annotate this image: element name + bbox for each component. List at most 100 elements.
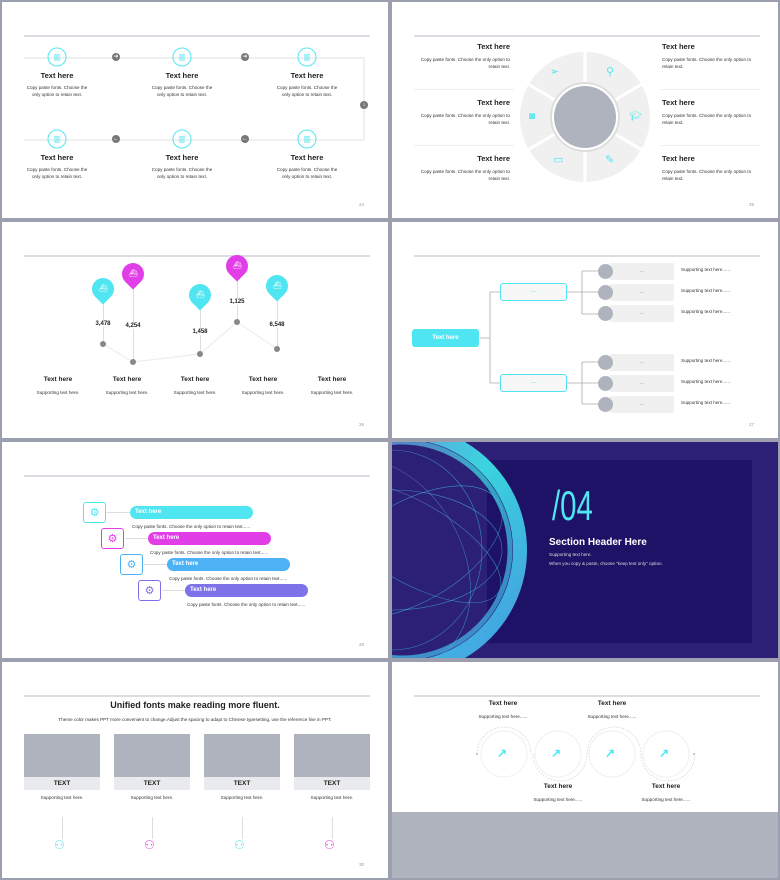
- item-desc: Copy paste fonts. Choose the only option…: [420, 57, 510, 69]
- connector: [162, 590, 185, 591]
- divider: [24, 35, 370, 37]
- item-title: Text here: [317, 376, 347, 383]
- slide-24[interactable]: ▥ ▥ ▥ ▥ ▥ ▥ ➜ ➜ ↓ ← ← Text here Text her…: [2, 2, 388, 218]
- leaf-support: Supporting text here......: [681, 358, 731, 363]
- slide-25[interactable]: ➢ ⚲ 🎓︎ ✎ ▭ ◙ Text here Text here Text he…: [392, 2, 778, 218]
- bar-chart-icon: ▥: [172, 129, 192, 149]
- item-desc: Supporting text here.: [105, 390, 149, 395]
- item-desc: Copy paste fonts. Choose the only option…: [26, 85, 88, 97]
- item-desc: Supporting text here......: [533, 797, 583, 802]
- item-title-bar: Text here: [167, 558, 290, 571]
- item-title: Text here: [165, 153, 199, 162]
- item-title: Text here: [40, 153, 74, 162]
- leaf-support: Supporting text here......: [681, 288, 731, 293]
- item-title-bar: Text here: [185, 584, 308, 597]
- slide-29[interactable]: /04 Section Header Here Supporting text …: [392, 442, 778, 658]
- item-title: Text here: [477, 154, 510, 163]
- bar-chart-icon: ▥: [172, 47, 192, 67]
- slide-31[interactable]: ↗ ↗ ↗ ↗ Text here Supporting text here..…: [392, 662, 778, 878]
- circle-chain: [476, 726, 696, 782]
- item-desc: Copy paste fonts. Choose the only option…: [662, 113, 752, 125]
- team-icon: ⚇: [324, 838, 335, 852]
- card-label: TEXT: [114, 777, 190, 790]
- leaf-node[interactable]: ...: [610, 263, 674, 280]
- growth-chart-icon: ↗: [605, 746, 616, 760]
- item-title: Text here: [40, 71, 74, 80]
- monitor-icon: ▭: [553, 154, 564, 166]
- item-desc: Supporting text here......: [478, 714, 528, 719]
- data-point: [197, 351, 203, 357]
- item-desc: Supporting text here......: [587, 714, 637, 719]
- value-label: 1,125: [229, 299, 245, 305]
- divider: [660, 89, 760, 90]
- leaf-node[interactable]: ...: [610, 375, 674, 392]
- connector: [62, 817, 63, 839]
- connector: [125, 538, 148, 539]
- connector: [332, 817, 333, 839]
- leaf-node[interactable]: ...: [610, 284, 674, 301]
- leaf-circle: [598, 355, 613, 370]
- branch-node[interactable]: —: [500, 283, 567, 301]
- bar-chart-icon: ▥: [297, 129, 317, 149]
- root-node[interactable]: Text here: [412, 329, 479, 347]
- card-label: TEXT: [294, 777, 370, 790]
- slide-27[interactable]: Text here — — ... Supporting text here..…: [392, 222, 778, 438]
- item-desc: Supporting text here.: [173, 390, 217, 395]
- leaf-circle: [598, 397, 613, 412]
- slide-28[interactable]: ⚙ ⚙ ⚙ ⚙ Text here Text here Text here Te…: [2, 442, 388, 658]
- gear-icon: ⚙: [101, 528, 124, 549]
- gear-icon: ⚙: [138, 580, 161, 601]
- item-desc: Supporting text here.: [310, 390, 354, 395]
- graduation-cap-icon: 🎓︎: [629, 111, 642, 122]
- item-title: Text here: [180, 376, 210, 383]
- item-title: Text here: [488, 700, 518, 707]
- item-desc: Copy paste fonts. Choose the only option…: [420, 113, 510, 125]
- item-title: Text here: [543, 783, 573, 790]
- footer-band: [392, 812, 778, 878]
- camera-icon: ◙: [529, 111, 536, 122]
- leaf-support: Supporting text here......: [681, 267, 731, 272]
- item-title: Text here: [290, 153, 324, 162]
- gear-icon: ⚙: [83, 502, 106, 523]
- section-support: Supporting text here.: [549, 552, 592, 557]
- item-desc: Copy paste fonts. Choose the only option…: [420, 169, 510, 181]
- item-desc: Copy paste fonts. Choose the only option…: [276, 85, 338, 97]
- leaf-circle: [598, 376, 613, 391]
- page-number: 27: [748, 422, 754, 427]
- sphere-graphic: [392, 442, 527, 658]
- card-desc: Supporting text here.: [40, 795, 84, 800]
- item-desc: Copy paste fonts. Choose the only option…: [662, 169, 752, 181]
- branch-node[interactable]: —: [500, 374, 567, 392]
- item-title: Text here: [112, 376, 142, 383]
- item-desc: Copy paste fonts. Choose the only option…: [169, 576, 288, 581]
- leaf-node[interactable]: ...: [610, 354, 674, 371]
- arrow-down-icon: ↓: [360, 101, 368, 109]
- leaf-node[interactable]: ...: [610, 396, 674, 413]
- page-number: 24: [358, 202, 364, 207]
- divider: [24, 475, 370, 477]
- leaf-node[interactable]: ...: [610, 305, 674, 322]
- slide-26[interactable]: ⛴︎ ⛴︎ ⛴︎ ⛴︎ ⛴︎ 3,478 4,254 1,458 1,125 6…: [2, 222, 388, 438]
- item-desc: Copy paste fonts. Choose the only option…: [276, 167, 338, 179]
- card-desc: Supporting text here.: [130, 795, 174, 800]
- connector: [242, 817, 243, 839]
- section-note: When you copy & paste, choose "keep text…: [549, 561, 663, 566]
- data-point: [234, 319, 240, 325]
- pencil-icon: ✎: [605, 154, 615, 166]
- arrow-left-icon: ←: [241, 135, 249, 143]
- image-placeholder: [24, 734, 100, 777]
- slide-30[interactable]: Unified fonts make reading more fluent. …: [2, 662, 388, 878]
- item-title: Text here: [477, 98, 510, 107]
- item-desc: Supporting text here......: [641, 797, 691, 802]
- divider: [660, 145, 760, 146]
- item-title: Text here: [651, 783, 681, 790]
- bar-chart-icon: ▥: [47, 47, 67, 67]
- item-desc: Supporting text here.: [36, 390, 80, 395]
- connector: [144, 564, 167, 565]
- gear-icon: ⚙: [120, 554, 143, 575]
- growth-chart-icon: ↗: [497, 746, 508, 760]
- arrow-right-icon: ➜: [112, 53, 120, 61]
- page-number: 26: [358, 422, 364, 427]
- divider: [414, 35, 760, 37]
- leaf-circle: [598, 306, 613, 321]
